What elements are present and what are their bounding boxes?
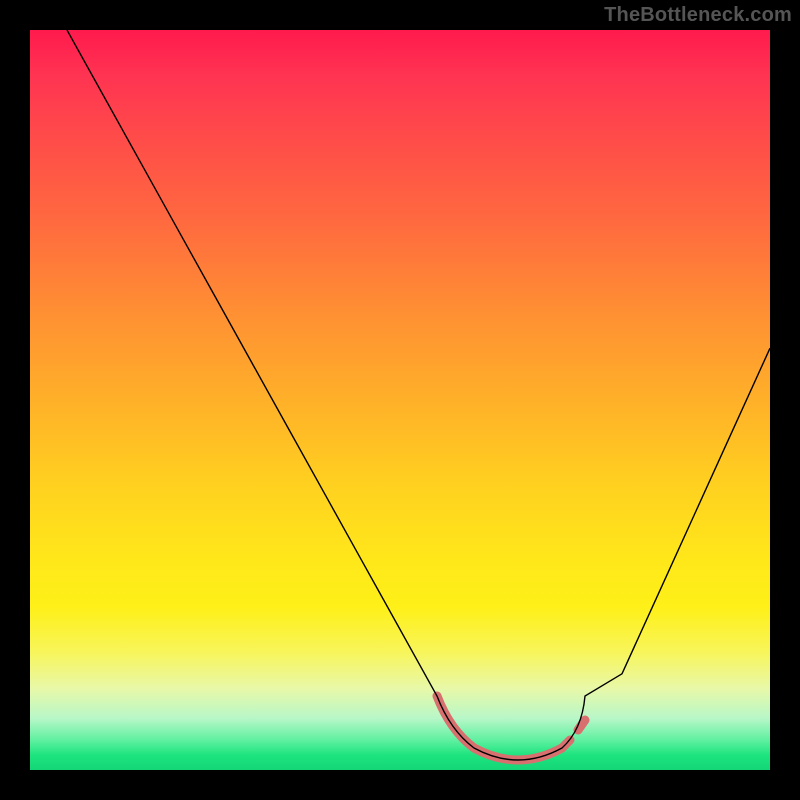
chart-svg: [30, 30, 770, 770]
plot-area: [30, 30, 770, 770]
bottleneck-curve: [67, 30, 770, 760]
watermark-text: TheBottleneck.com: [604, 4, 792, 27]
highlight-segment: [437, 696, 585, 760]
chart-frame: TheBottleneck.com: [0, 0, 800, 800]
